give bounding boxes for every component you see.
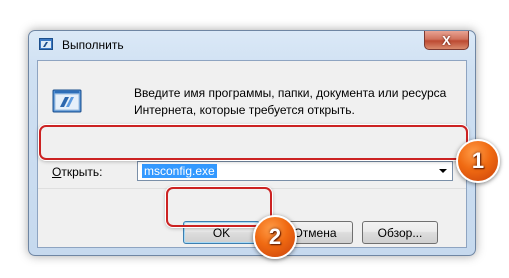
browse-button[interactable]: Обзор... [362,221,438,244]
description-text: Введите имя программы, папки, документа … [134,85,454,119]
run-program-icon [52,89,82,113]
highlight-open-field [39,125,468,160]
close-icon: X [442,32,451,48]
step-badge-1: 1 [456,139,500,183]
window-title: Выполнить [62,38,124,52]
open-label-accesskey: О [52,165,62,179]
open-label: Открыть: [52,165,102,179]
title-bar[interactable]: Выполнить X [29,31,475,59]
run-icon [39,38,53,50]
chevron-down-icon[interactable] [439,169,447,173]
open-combobox[interactable]: msconfig.exe [137,161,453,181]
description-line-1: Введите имя программы, папки, документа … [134,86,447,100]
step-badge-2: 2 [253,215,297,259]
open-input-value[interactable]: msconfig.exe [142,164,217,178]
highlight-ok-button [166,187,272,227]
close-button[interactable]: X [424,31,469,50]
description-line-2: Интернета, которые требуется открыть. [134,103,355,117]
open-label-rest: ткрыть: [61,165,103,179]
